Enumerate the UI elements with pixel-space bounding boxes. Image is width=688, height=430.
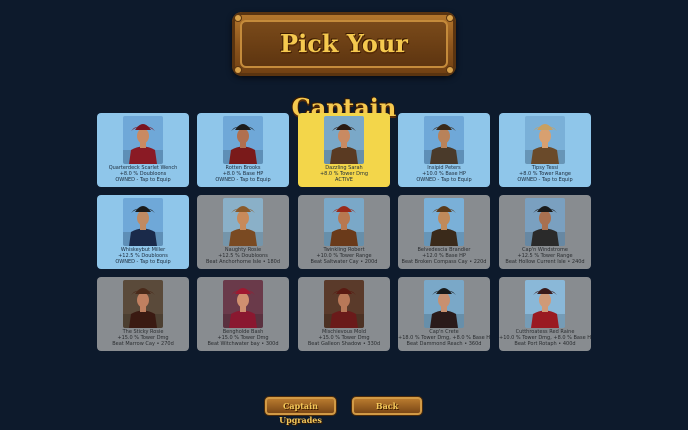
captain-portrait — [525, 116, 565, 164]
captain-status: Beat Dammond Reach • 360d — [406, 341, 482, 347]
captain-status: ACTIVE — [335, 177, 353, 183]
captain-card[interactable]: Quarterdeck Scarlet Wench +8.0 % Doubloon… — [97, 113, 189, 187]
captain-status: Beat Saltwater Cay • 200d — [310, 259, 378, 265]
captain-status: Beat Witchwater bay • 300d — [207, 341, 279, 347]
captain-portrait — [123, 116, 163, 164]
captain-portrait — [123, 198, 163, 246]
captain-status: OWNED - Tap to Equip — [416, 177, 472, 183]
captain-portrait — [123, 280, 163, 328]
captain-status: OWNED - Tap to Equip — [517, 177, 573, 183]
captain-card[interactable]: Naughty Rosie +12.5 % Doubloons Beat Ancho… — [197, 195, 289, 269]
captain-status: Beat Anchorhorne Isle • 180d — [205, 259, 281, 265]
captain-card[interactable]: Belvedescia Brandier +12.0 % Base HP Beat … — [398, 195, 490, 269]
title-plaque: Pick Your Captain — [232, 12, 456, 122]
captain-status: Beat Broken Compass Cay • 220d — [401, 259, 487, 265]
captain-card[interactable]: Tipsy Tessi +8.0 % Tower Range OWNED - Tap… — [499, 113, 591, 187]
back-button[interactable]: Back — [352, 397, 422, 415]
captain-status: OWNED - Tap to Equip — [115, 259, 171, 265]
captain-status: Beat Port Rotaph • 400d — [514, 341, 576, 347]
captain-portrait — [424, 280, 464, 328]
captain-status: Beat Hollow Current Isle • 240d — [505, 259, 585, 265]
captain-card[interactable]: Mischievous Mold +15.0 % Tower Dmg Beat Ga… — [298, 277, 390, 351]
captain-status: Beat Marrow Cay • 270d — [112, 341, 174, 347]
page-title: Pick Your Captain — [280, 29, 408, 122]
captain-status: Beat Galleon Shadow • 330d — [307, 341, 381, 347]
captain-portrait — [424, 198, 464, 246]
captain-card[interactable]: Whiskeybut Miller +12.5 % Doubloons OWNED … — [97, 195, 189, 269]
captain-upgrades-button[interactable]: Captain Upgrades — [265, 397, 336, 425]
captain-card[interactable]: The Sticky Rosie +15.0 % Tower Dmg Beat Ma… — [97, 277, 189, 351]
captain-portrait — [223, 116, 263, 164]
captain-card[interactable]: Twinkling Robert +10.0 % Tower Range Beat … — [298, 195, 390, 269]
captain-status: OWNED - Tap to Equip — [115, 177, 171, 183]
captain-status: OWNED - Tap to Equip — [215, 177, 271, 183]
captain-card[interactable]: Cap'n Crete +18.0 % Tower Dmg, +8.0 % Bas… — [398, 277, 490, 351]
captain-card[interactable]: Rotten Brooks +8.0 % Base HP OWNED - Tap t… — [197, 113, 289, 187]
captain-portrait — [223, 198, 263, 246]
captain-card[interactable]: Dazzling Sarah +8.0 % Tower Dmg ACTIVE — [298, 113, 390, 187]
captain-portrait — [223, 280, 263, 328]
captain-card[interactable]: Insipid Peters +10.0 % Base HP OWNED - Tap… — [398, 113, 490, 187]
captain-portrait — [324, 198, 364, 246]
captain-card[interactable]: Bengholde Bash +15.0 % Tower Dmg Beat Witc… — [197, 277, 289, 351]
captain-card[interactable]: Cap'n Windstrome +12.5 % Tower Range Beat … — [499, 195, 591, 269]
captain-portrait — [525, 280, 565, 328]
captain-portrait — [324, 280, 364, 328]
captain-card[interactable]: Cutthroatess Red Raine +10.0 % Tower Dmg,… — [499, 277, 591, 351]
captain-portrait — [424, 116, 464, 164]
captain-portrait — [525, 198, 565, 246]
captain-portrait — [324, 116, 364, 164]
